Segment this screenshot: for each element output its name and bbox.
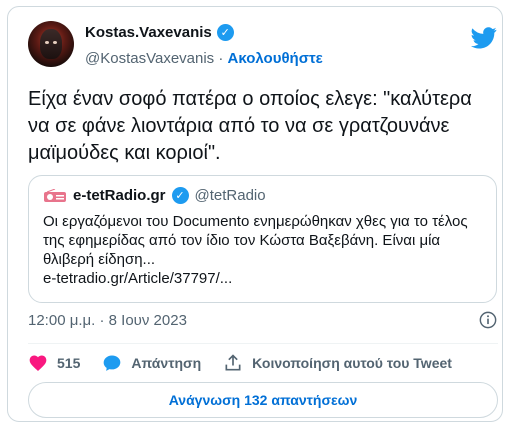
quoted-tweet[interactable]: e-tetRadio.gr ✓ @tetRadio Οι εργαζόμενοι… (28, 175, 497, 303)
divider (28, 343, 498, 344)
avatar-eye-right (53, 41, 57, 44)
tweet-card: Kostas.Vaxevanis ✓ @KostasVaxevanis · Ακ… (7, 6, 503, 422)
author-handle[interactable]: @KostasVaxevanis (85, 50, 214, 67)
avatar[interactable] (28, 21, 74, 67)
author-handle-row: @KostasVaxevanis · Ακολουθήστε (85, 50, 323, 67)
quoted-tweet-link[interactable]: e-tetradio.gr/Article/37797/... (43, 270, 232, 287)
author-name-row[interactable]: Kostas.Vaxevanis ✓ (85, 24, 234, 41)
share-button[interactable]: Κοινοποίηση αυτού του Tweet (223, 353, 452, 373)
tweet-text: Είχα έναν σοφό πατέρα ο οποίος ελεγε: "κ… (28, 88, 472, 164)
quoted-tweet-text: Οι εργαζόμενοι του Documento ενημερώθηκα… (43, 213, 468, 268)
quoted-author-handle: @tetRadio (194, 187, 266, 204)
reply-label: Απάντηση (131, 355, 202, 371)
like-button[interactable]: 515 (28, 353, 80, 373)
like-count: 515 (57, 355, 81, 371)
reply-button[interactable]: Απάντηση (102, 353, 201, 373)
reply-bubble-icon (104, 355, 121, 371)
action-bar: 515 Απάντηση Κοινοποίηση αυτού του Tweet (28, 352, 474, 374)
quoted-verified-badge-icon: ✓ (171, 187, 189, 204)
quoted-author-name: e-tetRadio.gr (73, 187, 166, 204)
share-label: Κοινοποίηση αυτού του Tweet (252, 355, 452, 371)
info-icon[interactable] (479, 311, 497, 329)
author-name[interactable]: Kostas.Vaxevanis (85, 24, 212, 41)
avatar-eye-left (45, 41, 49, 44)
separator-dot: · (218, 50, 224, 67)
radio-logo-icon (44, 188, 66, 202)
quoted-tweet-body: Οι εργαζόμενοι του Documento ενημερώθηκα… (43, 212, 483, 288)
verified-badge-icon: ✓ (216, 24, 234, 41)
read-replies-button[interactable]: Ανάγνωση 132 απαντήσεων (28, 382, 498, 418)
quoted-tweet-header: e-tetRadio.gr ✓ @tetRadio (43, 187, 266, 204)
avatar-face (40, 29, 62, 59)
twitter-bird-icon[interactable] (471, 27, 497, 49)
tweet-timestamp[interactable]: 12:00 μ.μ. · 8 Ιουν 2023 (28, 312, 187, 329)
share-upload-icon (225, 354, 241, 371)
heart-icon (29, 355, 47, 371)
follow-link[interactable]: Ακολουθήστε (228, 50, 323, 67)
